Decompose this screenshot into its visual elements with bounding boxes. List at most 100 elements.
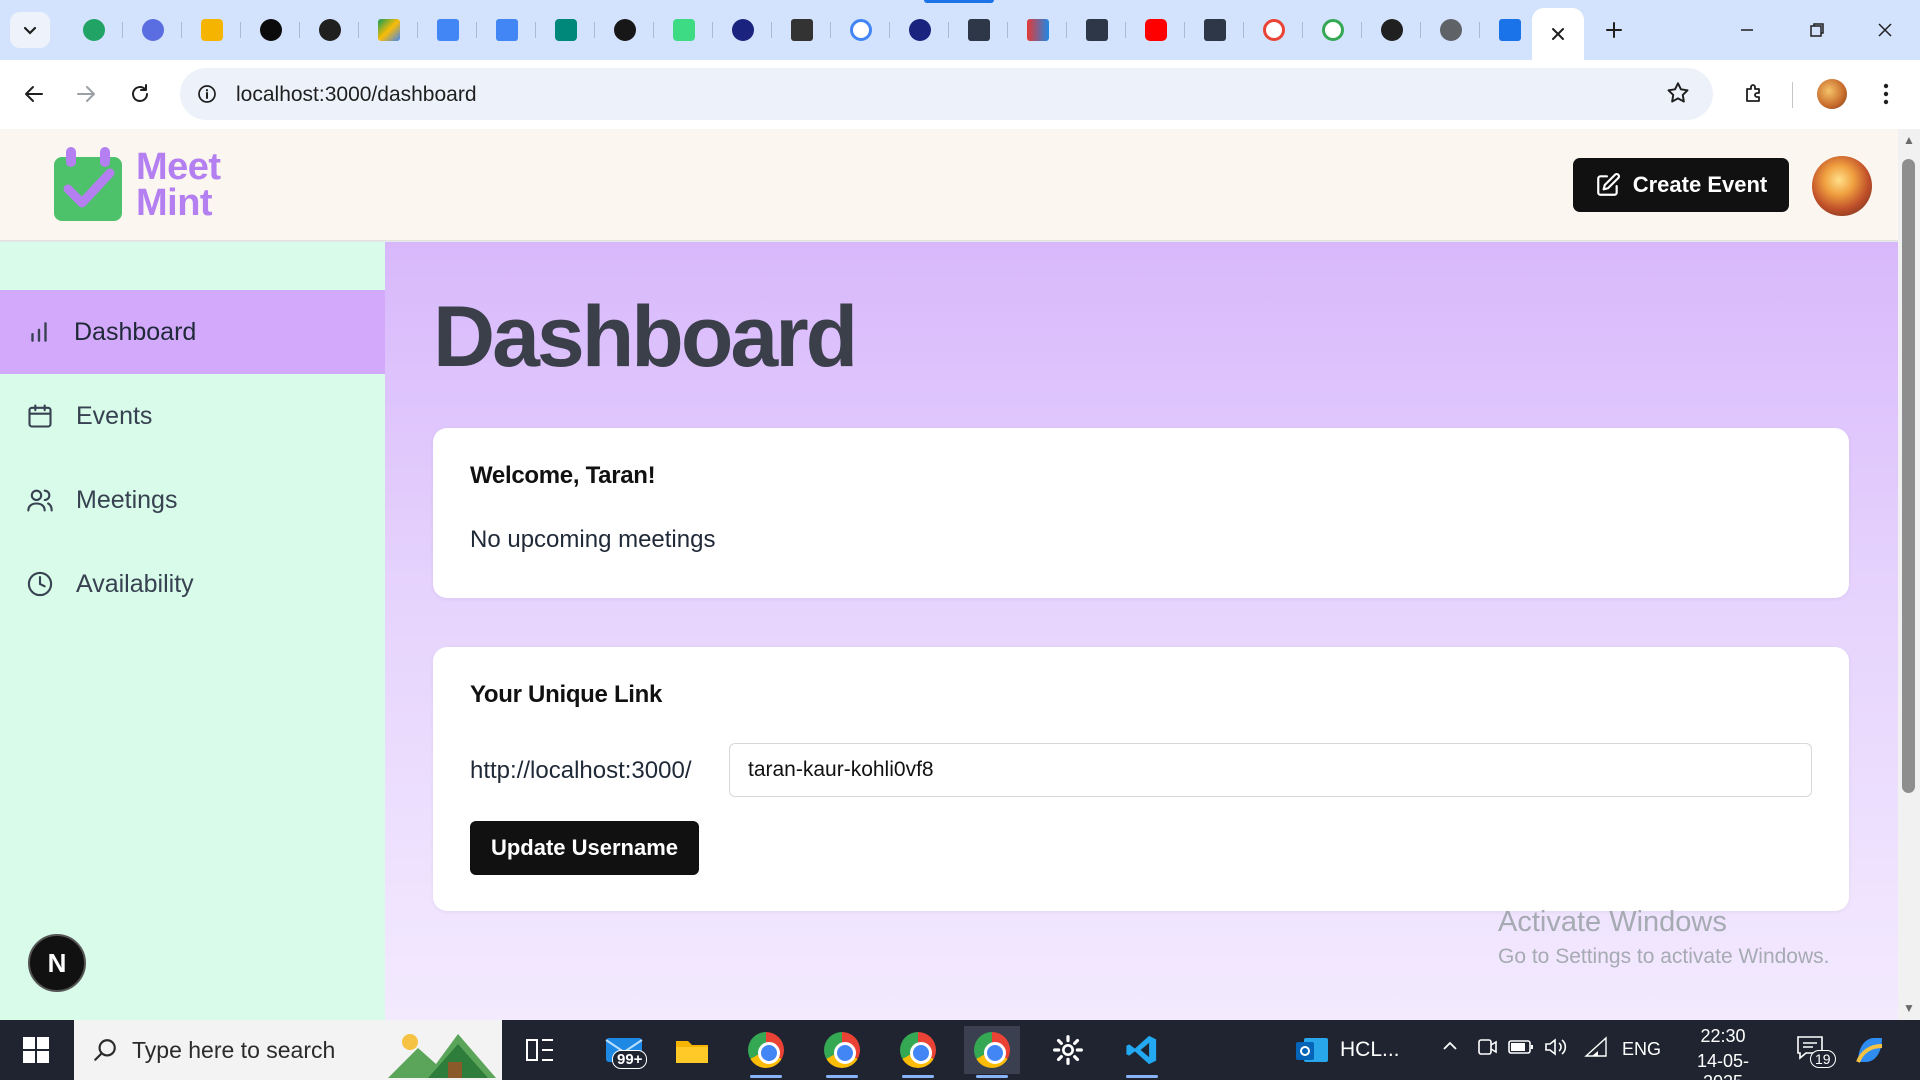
main-content: Dashboard Welcome, Taran! No upcoming me… xyxy=(385,242,1898,1020)
notification-count-badge: 19 xyxy=(1810,1050,1836,1068)
minimize-button[interactable] xyxy=(1712,0,1782,60)
back-button[interactable] xyxy=(14,74,54,114)
volume-icon[interactable] xyxy=(1544,1036,1568,1063)
page-title: Dashboard xyxy=(433,289,858,385)
app-icon xyxy=(672,19,695,41)
taskbar-settings[interactable] xyxy=(1040,1026,1096,1074)
active-tab[interactable] xyxy=(1532,8,1584,60)
tab[interactable] xyxy=(64,14,123,46)
tray-chevron-up-icon[interactable] xyxy=(1440,1036,1460,1061)
restore-button[interactable] xyxy=(1782,0,1852,60)
taskbar-file-explorer[interactable] xyxy=(664,1026,720,1074)
tab[interactable] xyxy=(890,14,949,46)
scroll-up-icon[interactable]: ▲ xyxy=(1903,133,1915,147)
scrollbar-thumb[interactable] xyxy=(1902,159,1915,793)
app-logo[interactable]: Meet Mint xyxy=(52,147,221,223)
scroll-down-icon[interactable]: ▼ xyxy=(1903,1001,1915,1015)
tab[interactable] xyxy=(654,14,713,46)
tab[interactable] xyxy=(772,14,831,46)
tab[interactable] xyxy=(123,14,182,46)
sidebar-item-meetings[interactable]: Meetings xyxy=(0,458,385,542)
chevron-down-icon xyxy=(23,26,37,35)
taskbar-mail-app[interactable]: 99+ xyxy=(596,1026,652,1074)
tab[interactable] xyxy=(1185,14,1244,46)
logo-text: Meet Mint xyxy=(136,148,221,224)
nextjs-dev-badge[interactable]: N xyxy=(28,934,86,992)
wifi-icon[interactable] xyxy=(1584,1036,1608,1063)
taskbar-search-box[interactable]: Type here to search xyxy=(74,1020,502,1080)
sidebar-item-events[interactable]: Events xyxy=(0,374,385,458)
page-scrollbar[interactable]: ▲ ▼ xyxy=(1898,129,1920,1020)
tab[interactable] xyxy=(477,14,536,46)
site-info-icon[interactable] xyxy=(192,79,222,109)
tab[interactable] xyxy=(1362,14,1421,46)
forward-button[interactable] xyxy=(66,74,106,114)
tab[interactable] xyxy=(595,14,654,46)
update-username-button[interactable]: Update Username xyxy=(470,821,699,875)
youtube-icon xyxy=(1144,19,1167,41)
sidebar-item-dashboard[interactable]: Dashboard xyxy=(0,290,385,374)
language-indicator[interactable]: ENG xyxy=(1622,1039,1661,1060)
profile-avatar[interactable] xyxy=(1817,79,1847,109)
taskbar-chrome-active[interactable] xyxy=(964,1026,1020,1078)
arrow-right-icon xyxy=(77,86,95,102)
tab[interactable] xyxy=(1244,14,1303,46)
calendar-check-logo-icon xyxy=(54,147,122,221)
reload-button[interactable] xyxy=(120,74,160,114)
taskbar-vscode[interactable] xyxy=(1114,1026,1170,1078)
google-icon xyxy=(849,19,872,41)
sidebar-item-availability[interactable]: Availability xyxy=(0,542,385,626)
app-icon xyxy=(908,19,931,41)
windows-logo-icon xyxy=(23,1037,49,1063)
unique-link-card: Your Unique Link http://localhost:3000/ … xyxy=(433,647,1849,911)
tab[interactable] xyxy=(1126,14,1185,46)
taskbar-chrome-profile-h[interactable] xyxy=(814,1026,870,1078)
tab[interactable] xyxy=(1421,14,1480,46)
tab[interactable] xyxy=(831,14,890,46)
chrome-icon xyxy=(748,1032,784,1068)
logo-line-mint: Mint xyxy=(136,182,213,224)
tab[interactable] xyxy=(1480,14,1539,46)
app-icon xyxy=(731,19,754,41)
taskbar-chrome-profile-t[interactable] xyxy=(890,1026,946,1078)
battery-icon[interactable] xyxy=(1508,1038,1534,1061)
clock-time: 22:30 xyxy=(1700,1026,1746,1046)
tab-search-button[interactable] xyxy=(10,12,50,48)
outlook-label: HCL... xyxy=(1340,1038,1400,1061)
tab[interactable] xyxy=(1067,14,1126,46)
create-event-button[interactable]: Create Event xyxy=(1573,158,1789,212)
taskbar-outlook-app[interactable]: HCL... xyxy=(1294,1026,1414,1074)
copilot-icon[interactable] xyxy=(1852,1032,1888,1073)
user-avatar[interactable] xyxy=(1812,156,1872,216)
close-window-button[interactable] xyxy=(1850,0,1920,60)
activate-windows-watermark: Activate Windows Go to Settings to activ… xyxy=(1498,906,1830,969)
openai-icon xyxy=(318,19,341,41)
tab[interactable] xyxy=(300,14,359,46)
start-button[interactable] xyxy=(0,1020,72,1080)
clock[interactable]: 22:30 14-05-2025 xyxy=(1680,1026,1766,1080)
tab[interactable] xyxy=(1008,14,1067,46)
tab[interactable] xyxy=(713,14,772,46)
reload-icon xyxy=(132,84,148,102)
meet-now-icon[interactable] xyxy=(1476,1036,1498,1063)
task-view-button[interactable] xyxy=(512,1026,568,1074)
close-icon[interactable] xyxy=(1550,26,1566,42)
extensions-button[interactable] xyxy=(1734,74,1774,114)
browser-menu-button[interactable] xyxy=(1866,74,1906,114)
prisma-icon xyxy=(1203,19,1226,41)
tab[interactable] xyxy=(241,14,300,46)
url-text[interactable]: localhost:3000/dashboard xyxy=(236,83,477,107)
tab[interactable] xyxy=(536,14,595,46)
bookmark-star-icon[interactable] xyxy=(1665,80,1691,111)
notification-center-button[interactable]: 19 xyxy=(1796,1034,1836,1068)
tab[interactable] xyxy=(359,14,418,46)
username-input[interactable] xyxy=(729,743,1812,797)
address-bar[interactable]: localhost:3000/dashboard xyxy=(180,68,1713,120)
taskbar-chrome[interactable] xyxy=(738,1026,794,1078)
tab[interactable] xyxy=(1303,14,1362,46)
tab[interactable] xyxy=(182,14,241,46)
chrome-icon xyxy=(900,1032,936,1068)
new-tab-button[interactable] xyxy=(1596,14,1632,46)
tab[interactable] xyxy=(949,14,1008,46)
tab[interactable] xyxy=(418,14,477,46)
